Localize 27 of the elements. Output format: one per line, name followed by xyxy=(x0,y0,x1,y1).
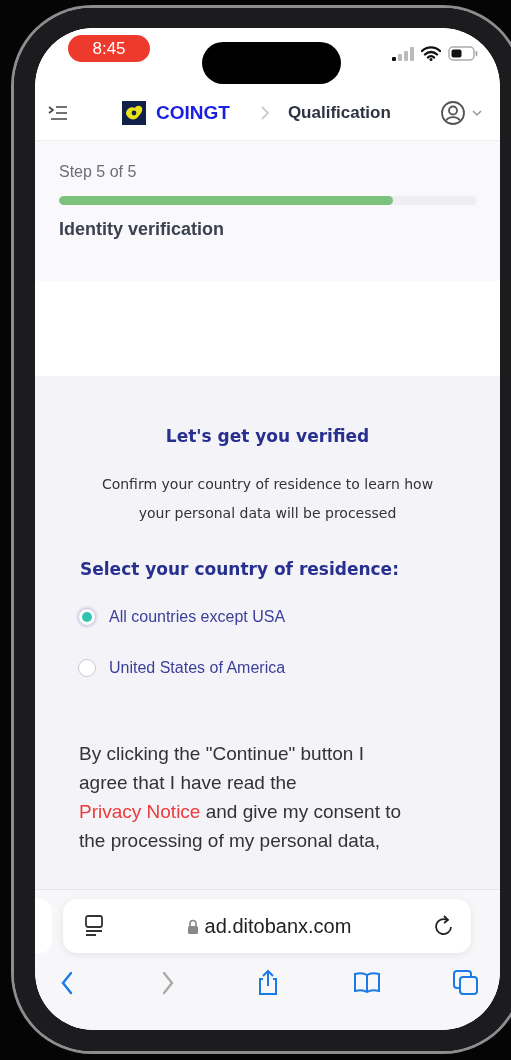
signal-icon xyxy=(392,46,414,61)
tabs-icon[interactable] xyxy=(452,969,480,997)
logo-icon xyxy=(122,100,146,125)
question-label: Select your country of residence: xyxy=(80,559,400,579)
account-menu-icon[interactable] xyxy=(441,100,483,125)
step-title: Identity verification xyxy=(59,219,226,240)
reload-icon[interactable] xyxy=(433,914,455,938)
reader-icon[interactable] xyxy=(83,914,105,938)
consent-text: By clicking the "Continue" button I agree that I have read the Privacy Notice and give my consent to the processing of my personal data, xyxy=(79,742,403,853)
url-text: ad.ditobanx.com xyxy=(204,914,352,938)
address-bar[interactable]: ad.ditobanx.com xyxy=(63,899,471,953)
status-time: 8:45 xyxy=(68,35,150,62)
chevron-right-icon xyxy=(259,104,270,121)
intro-text: Confirm your country of residence to learn how your personal data will be processed xyxy=(100,475,435,523)
section-heading: Let's get you verified xyxy=(164,426,371,446)
step-counter: Step 5 of 5 xyxy=(59,163,138,181)
wifi-icon xyxy=(421,46,441,61)
option-label[interactable]: United States of America xyxy=(109,658,286,677)
lock-icon xyxy=(186,918,199,934)
radio-button[interactable] xyxy=(78,658,96,677)
battery-icon xyxy=(448,46,478,61)
breadcrumb-current: Qualification xyxy=(287,102,391,123)
privacy-notice-link[interactable]: Privacy Notice xyxy=(79,801,201,822)
radio-button[interactable] xyxy=(78,607,96,626)
brand-name[interactable]: COINGT xyxy=(156,101,230,124)
option-label[interactable]: All countries except USA xyxy=(109,607,286,626)
menu-icon[interactable] xyxy=(48,105,68,120)
